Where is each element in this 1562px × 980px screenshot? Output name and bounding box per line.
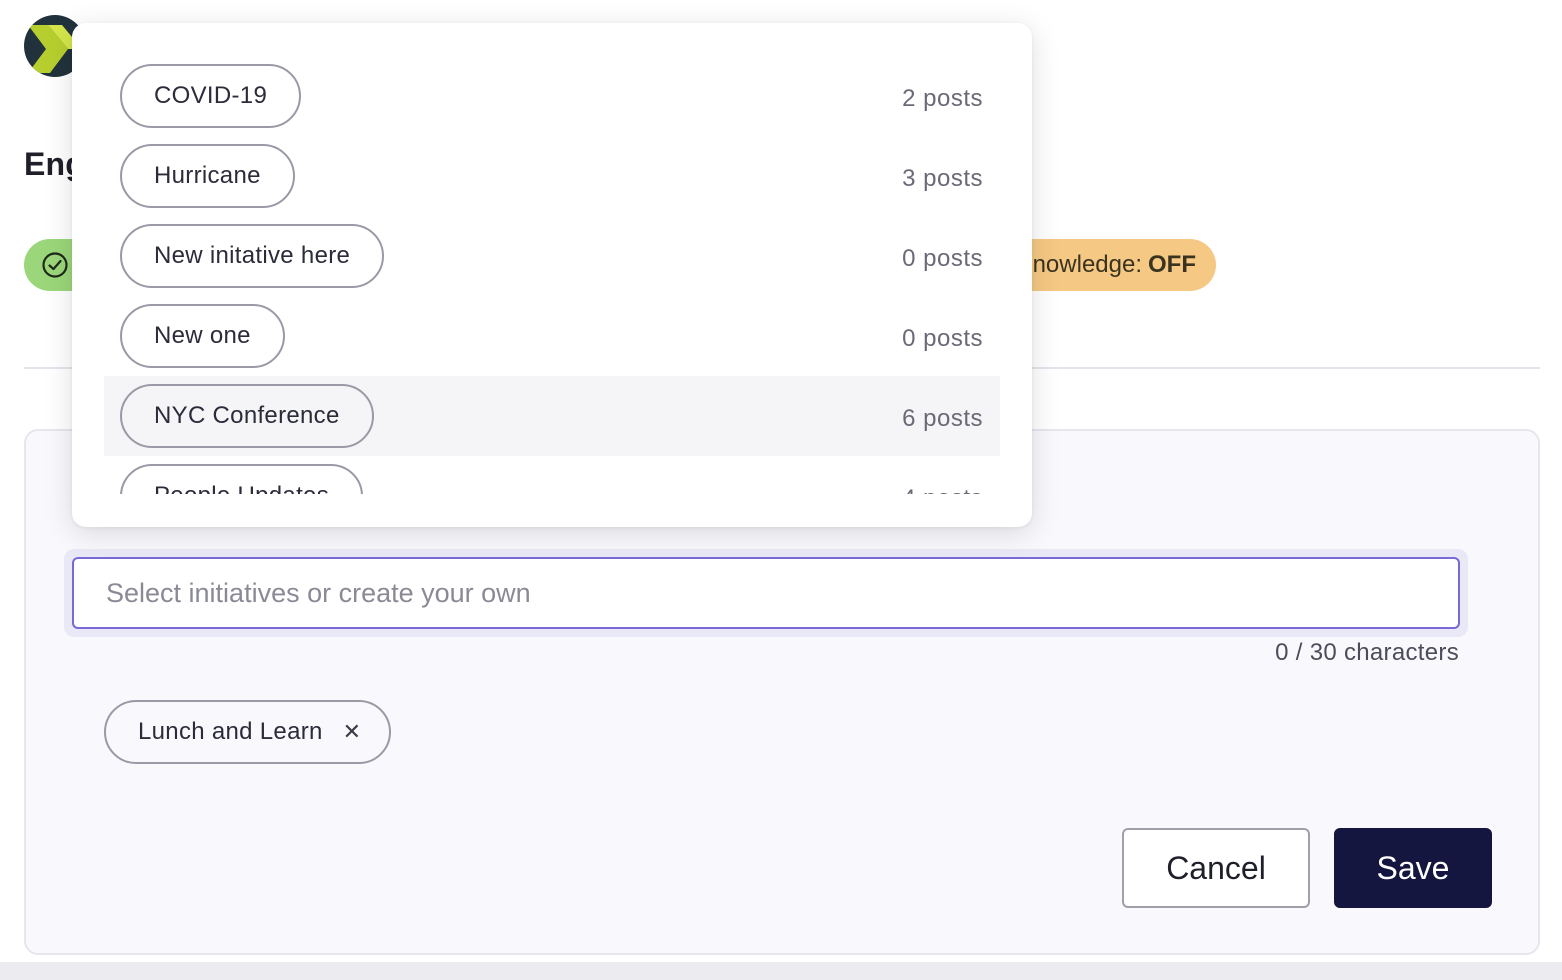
option-post-count: 3 posts — [902, 165, 983, 192]
dropdown-options-list[interactable]: COVID-19 2 posts Hurricane 3 posts New i… — [104, 56, 1000, 494]
option-post-count: 4 posts — [902, 485, 983, 494]
option-tag: Hurricane — [120, 144, 295, 208]
option-post-count: 0 posts — [902, 245, 983, 272]
check-circle-icon — [42, 252, 68, 278]
option-tag: People Updates — [120, 464, 363, 494]
option-post-count: 6 posts — [902, 405, 983, 432]
selected-initiative-chip[interactable]: Lunch and Learn ✕ — [104, 700, 392, 764]
dropdown-option[interactable]: COVID-19 2 posts — [104, 56, 1000, 136]
option-post-count: 2 posts — [902, 85, 983, 112]
option-post-count: 0 posts — [902, 325, 983, 352]
option-tag: New one — [120, 304, 285, 368]
page-bottom-strip — [0, 962, 1562, 980]
initiatives-dropdown: COVID-19 2 posts Hurricane 3 posts New i… — [72, 23, 1032, 527]
acknowledge-label: nowledge: — [1032, 251, 1142, 278]
initiatives-search-input[interactable] — [72, 557, 1460, 629]
acknowledge-value: OFF — [1148, 251, 1196, 278]
dropdown-option-highlighted[interactable]: NYC Conference 6 posts — [104, 376, 1000, 456]
dropdown-option[interactable]: People Updates 4 posts — [104, 456, 1000, 494]
option-tag: COVID-19 — [120, 64, 302, 128]
option-tag: New initative here — [120, 224, 385, 288]
option-tag: NYC Conference — [120, 384, 374, 448]
dropdown-option[interactable]: New one 0 posts — [104, 296, 1000, 376]
character-count: 0 / 30 characters — [1275, 639, 1459, 666]
chip-label: Lunch and Learn — [138, 718, 323, 745]
dropdown-option[interactable]: New initative here 0 posts — [104, 216, 1000, 296]
dropdown-option[interactable]: Hurricane 3 posts — [104, 136, 1000, 216]
close-icon[interactable]: ✕ — [343, 721, 362, 743]
save-button[interactable]: Save — [1334, 828, 1492, 908]
cancel-button[interactable]: Cancel — [1122, 828, 1310, 908]
